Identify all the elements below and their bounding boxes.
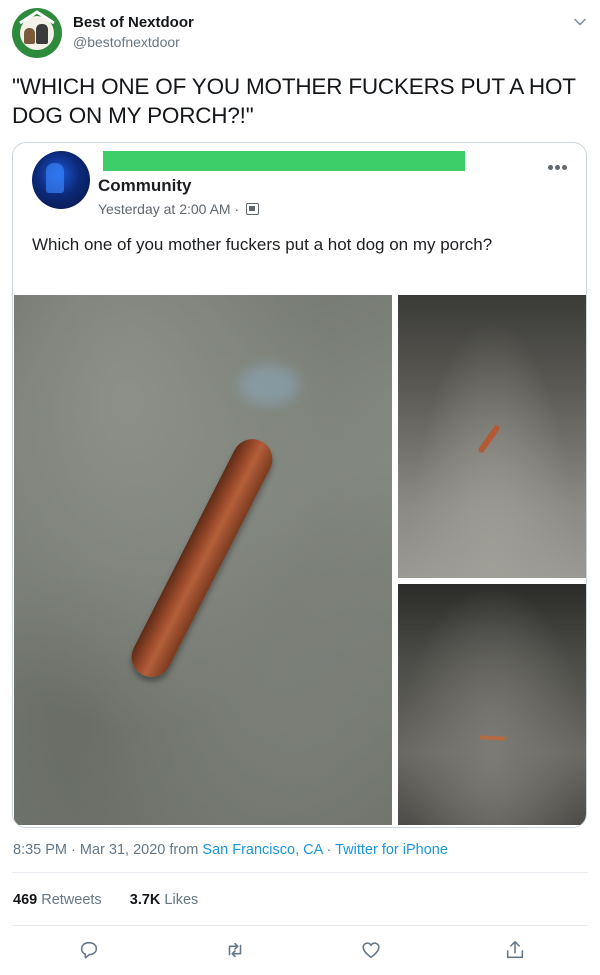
retweets-label: Retweets [41,892,102,908]
tweet-time: 8:35 PM [13,842,67,858]
avatar[interactable] [12,8,62,58]
action-bar [12,935,588,967]
retweets-stat[interactable]: 469 Retweets [13,892,102,908]
reply-icon[interactable] [78,939,100,961]
embedded-screenshot[interactable]: Community Yesterday at 2:00 AM · Which o… [12,142,587,828]
tweet-timestamp: 8:35 PM · Mar 31, 2020 from San Francisc… [13,842,448,858]
chevron-down-icon[interactable] [572,14,588,30]
display-name[interactable]: Best of Nextdoor [73,14,194,31]
tweet-text: "WHICH ONE OF YOU MOTHER FUCKERS PUT A H… [12,74,576,128]
like-icon[interactable] [360,939,382,961]
from-label: from [169,842,199,858]
photo-hot-dog-far [398,295,586,578]
engagement-stats: 469 Retweets 3.7K Likes [13,892,198,908]
post-timestamp: Yesterday at 2:00 AM · [98,201,240,217]
client-link[interactable]: Twitter for iPhone [335,842,448,858]
tweet-date: Mar 31, 2020 [79,842,166,858]
tweet-header: Best of Nextdoor @bestofnextdoor [12,8,588,60]
retweets-count: 469 [13,892,38,908]
photo-hot-dog-closeup [14,295,392,825]
more-icon [548,157,570,170]
redacted-name-bar [103,151,465,171]
group-name: Community [98,176,192,195]
share-icon[interactable] [504,939,526,961]
poster-avatar [32,151,90,209]
divider [12,872,588,873]
username-handle[interactable]: @bestofnextdoor [73,34,180,50]
location-link[interactable]: San Francisco, CA [202,842,322,858]
divider [12,925,588,926]
retweet-icon[interactable] [224,939,246,961]
photo-hot-dog-dark [398,584,586,825]
post-text: Which one of you mother fuckers put a ho… [32,235,493,254]
post-meta: Yesterday at 2:00 AM · [98,201,260,217]
likes-count: 3.7K [129,892,161,908]
likes-label: Likes [164,892,199,908]
likes-stat[interactable]: 3.7K Likes [130,892,199,908]
audience-icon [246,203,260,215]
